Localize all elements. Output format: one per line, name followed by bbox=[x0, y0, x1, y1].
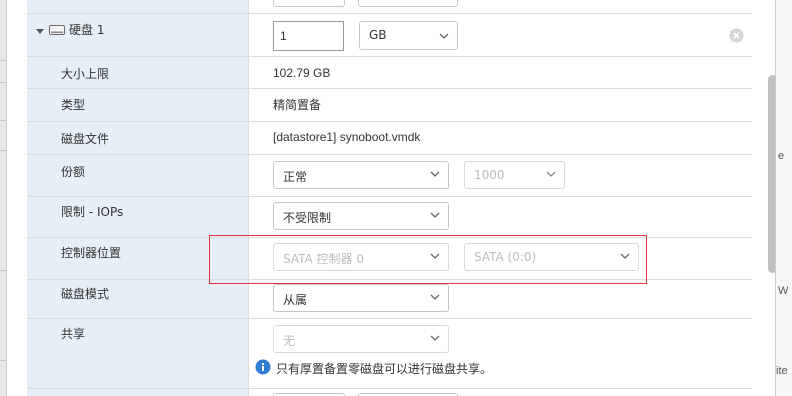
limit-iops-select[interactable]: 不受限制 bbox=[273, 202, 449, 230]
shares-level-value: 正常 bbox=[283, 170, 308, 184]
hard-disk-icon bbox=[49, 25, 65, 35]
previous-input[interactable] bbox=[273, 0, 345, 7]
shares-amount-value: 1000 bbox=[474, 168, 505, 182]
disk-file-label: 磁盘文件 bbox=[61, 132, 110, 146]
sharing-select[interactable]: 无 bbox=[273, 325, 449, 353]
background-right-strip: e W ite bbox=[776, 0, 792, 396]
hard-disk-row: GB bbox=[27, 14, 752, 57]
chevron-down-icon bbox=[439, 33, 449, 39]
shares-level-select[interactable]: 正常 bbox=[273, 161, 449, 189]
disk-mode-row: 磁盘模式 从属 bbox=[27, 280, 752, 319]
info-icon bbox=[255, 359, 271, 375]
background-text: e bbox=[778, 150, 785, 162]
disk-type-label: 类型 bbox=[61, 98, 86, 112]
max-size-value: 102.79 GB bbox=[273, 66, 331, 80]
disk-file-value: [datastore1] synoboot.vmdk bbox=[273, 130, 421, 144]
max-size-row: 大小上限 102.79 GB bbox=[27, 57, 752, 89]
shares-amount-select[interactable]: 1000 bbox=[464, 161, 565, 189]
hard-disk-title: 硬盘 1 bbox=[69, 23, 105, 37]
disk-file-row: 磁盘文件 [datastore1] synoboot.vmdk bbox=[27, 122, 752, 155]
chevron-down-icon bbox=[430, 171, 440, 177]
chevron-down-icon bbox=[430, 335, 440, 341]
disk-size-unit-value: GB bbox=[369, 28, 387, 42]
sharing-hint: 只有厚置备置零磁盘可以进行磁盘共享。 bbox=[276, 362, 493, 376]
chevron-down-icon bbox=[430, 294, 440, 300]
sharing-label: 共享 bbox=[61, 327, 86, 341]
shares-label: 份额 bbox=[61, 165, 86, 179]
max-size-label: 大小上限 bbox=[61, 67, 110, 81]
dialog-scrollbar[interactable] bbox=[768, 75, 775, 273]
disk-size-input[interactable] bbox=[273, 21, 344, 51]
previous-select[interactable] bbox=[358, 0, 458, 7]
next-setting-row bbox=[27, 389, 752, 396]
chevron-down-icon bbox=[546, 171, 556, 177]
disk-mode-select[interactable]: 从属 bbox=[273, 284, 449, 312]
disk-type-row: 类型 精简置备 bbox=[27, 89, 752, 122]
limit-iops-value: 不受限制 bbox=[283, 211, 332, 225]
disk-mode-value: 从属 bbox=[283, 293, 308, 307]
previous-setting-row bbox=[27, 0, 752, 14]
limit-iops-label: 限制 - IOPs bbox=[61, 205, 124, 219]
limit-iops-row: 限制 - IOPs 不受限制 bbox=[27, 197, 752, 238]
highlight-box bbox=[209, 235, 647, 284]
chevron-down-icon bbox=[430, 212, 440, 218]
edit-settings-dialog: GB 硬盘 1 大小上限 102.79 GB 类型 精简置备 磁盘文件 [dat… bbox=[6, 0, 776, 396]
shares-row: 份额 正常 1000 bbox=[27, 155, 752, 197]
sharing-value: 无 bbox=[283, 334, 296, 348]
controller-location-label: 控制器位置 bbox=[61, 246, 122, 260]
collapse-caret-icon[interactable] bbox=[36, 27, 44, 35]
background-text: ite bbox=[776, 365, 788, 377]
disk-size-field[interactable] bbox=[274, 22, 343, 50]
disk-mode-label: 磁盘模式 bbox=[61, 287, 110, 301]
remove-disk-icon[interactable] bbox=[729, 28, 744, 43]
background-text: W bbox=[778, 285, 789, 297]
sharing-row: 共享 无 bbox=[27, 319, 752, 389]
disk-type-value: 精简置备 bbox=[273, 98, 322, 112]
disk-size-unit-select[interactable]: GB bbox=[359, 21, 458, 50]
